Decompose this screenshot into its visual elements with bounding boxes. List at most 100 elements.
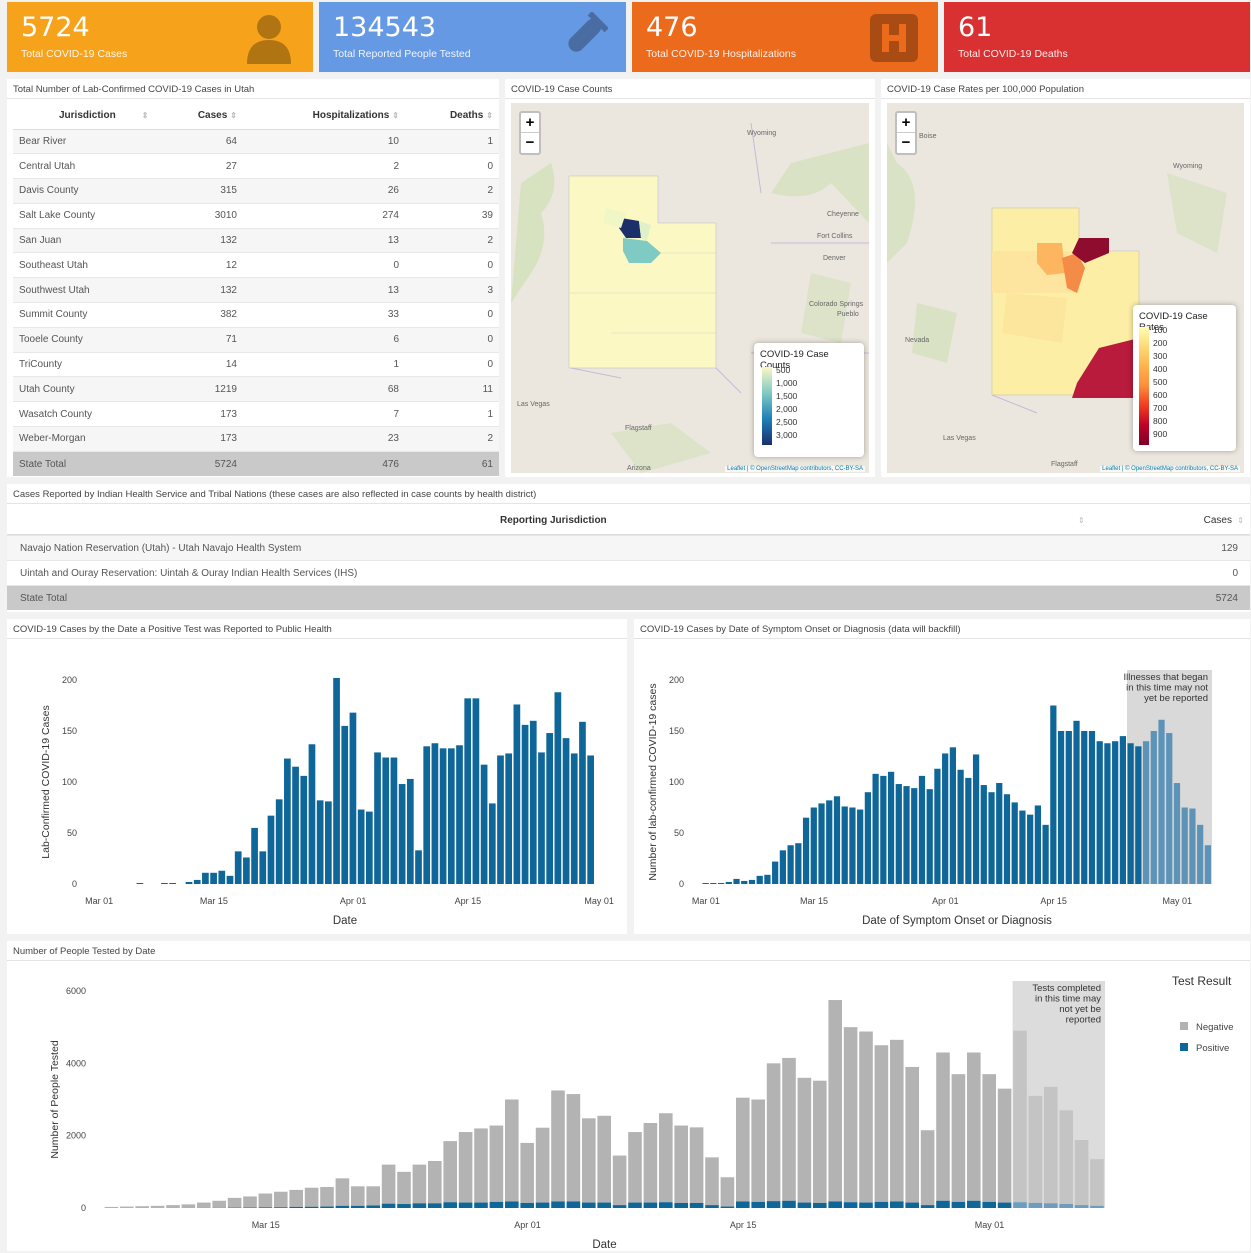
bar	[1065, 731, 1072, 884]
cell-cases: 173	[163, 401, 243, 427]
bar	[849, 807, 856, 884]
map-attribution[interactable]: Leaflet | © OpenStreetMap contributors, …	[1100, 466, 1240, 472]
zoom-in-button[interactable]: +	[521, 113, 539, 133]
bar	[1019, 810, 1026, 884]
bar-negative	[1028, 1095, 1043, 1203]
bar	[795, 843, 802, 884]
table-row: TriCounty 14 1 0	[13, 351, 499, 377]
cell-cases: 132	[163, 227, 243, 253]
column-header-cases[interactable]: Cases	[1204, 515, 1232, 526]
bar	[292, 766, 299, 884]
zoom-out-button[interactable]: −	[521, 133, 539, 153]
legend-label: Positive	[1196, 1043, 1229, 1054]
sort-icon[interactable]: ⇕	[1237, 516, 1244, 525]
zoom-out-button[interactable]: −	[897, 133, 915, 153]
y-tick-label: 200	[669, 675, 684, 685]
x-tick-label: Apr 01	[340, 896, 367, 906]
bar-positive	[520, 1202, 534, 1208]
people-tested-chart: 0 2000 4000 6000 Mar 15 Apr 01 Apr 15 May 01 Dat…	[49, 974, 1234, 1251]
legend-title: COVID-19 Case Counts	[760, 349, 829, 371]
legend-item: 1,500	[776, 391, 798, 401]
bar	[587, 755, 594, 884]
bar	[887, 771, 895, 884]
bar-positive	[736, 1201, 750, 1208]
person-icon	[247, 15, 291, 64]
map-attribution[interactable]: Leaflet | © OpenStreetMap contributors, …	[725, 466, 865, 472]
bar-positive	[443, 1202, 457, 1208]
kpi-value: 476	[646, 12, 698, 43]
column-header-cases[interactable]: Cases ⇕	[163, 103, 243, 130]
legend-item: 1,000	[776, 378, 798, 388]
column-header-hospitalizations[interactable]: Hospitalizations ⇕	[243, 103, 405, 130]
bar	[965, 777, 972, 884]
bar	[949, 747, 956, 884]
map-label: Arizona	[627, 465, 651, 472]
zoom-in-button[interactable]: +	[897, 113, 915, 133]
bar-negative	[813, 1080, 827, 1203]
bar	[1081, 731, 1088, 884]
bar	[864, 792, 871, 884]
case-counts-map[interactable]: Wyoming Cheyenne Fort Collins Denver Col…	[511, 103, 869, 473]
column-header-jurisdiction[interactable]: Jurisdiction ⇕	[13, 103, 163, 130]
bar	[374, 752, 381, 884]
cell-cases: 382	[163, 302, 243, 328]
row-name: State Total	[20, 593, 68, 604]
sort-icon[interactable]: ⇕	[1078, 516, 1085, 525]
cell-hospitalizations: 1	[243, 351, 405, 377]
bar-positive	[766, 1201, 781, 1208]
bar-negative	[705, 1157, 719, 1206]
x-tick-label: Mar 15	[200, 896, 228, 906]
bar-negative	[551, 1090, 565, 1202]
bar	[480, 764, 488, 884]
cell-deaths: 0	[405, 326, 499, 353]
bar-negative	[197, 1202, 211, 1208]
column-header-deaths[interactable]: Deaths ⇕	[405, 103, 499, 130]
bar	[439, 748, 447, 884]
row-cases: 0	[1232, 568, 1238, 579]
table-row: Salt Lake County 3010 274 39	[13, 202, 499, 229]
bar	[275, 799, 283, 884]
row-cases: 5724	[1215, 593, 1238, 604]
bar	[802, 817, 810, 884]
legend-title: Test Result	[1172, 974, 1232, 988]
bar-positive	[936, 1200, 950, 1208]
map-legend: COVID-19 Case Counts 500 1,000 1,500 2,000 2…	[754, 343, 864, 457]
cell-deaths: 0	[405, 302, 499, 328]
cell-cases: 173	[163, 426, 243, 452]
legend-gradient	[762, 367, 772, 445]
annotation-text: Tests completed	[1032, 983, 1101, 994]
legend-item: 500	[1153, 377, 1168, 387]
bar-negative	[967, 1052, 981, 1201]
bar	[398, 784, 406, 884]
bar-positive	[582, 1202, 596, 1208]
bar-negative	[474, 1128, 488, 1203]
cell-jurisdiction: Southwest Utah	[13, 277, 163, 303]
bar-positive	[689, 1202, 704, 1208]
legend-item: 800	[1153, 416, 1168, 426]
bar	[710, 882, 717, 884]
y-tick-label: 0	[81, 1203, 86, 1213]
bar	[1003, 794, 1011, 884]
bar-negative	[936, 1052, 950, 1201]
bar	[1057, 731, 1065, 884]
bar	[702, 882, 709, 884]
row-name: Navajo Nation Reservation (Utah) - Utah …	[20, 543, 302, 554]
bar	[562, 738, 570, 884]
bar-positive	[1059, 1204, 1073, 1208]
bar	[1104, 743, 1111, 884]
y-axis-label: Lab-Confirmed COVID-19 Cases	[40, 705, 52, 858]
bar-positive	[751, 1201, 765, 1208]
case-rates-map[interactable]: Boise Wyoming Nevada Las Vegas Flagstaff…	[887, 103, 1244, 473]
bar	[857, 809, 864, 884]
bar	[267, 815, 275, 884]
panel-title: Cases Reported by Indian Health Service …	[13, 489, 537, 500]
x-tick-label: May 01	[975, 1220, 1005, 1230]
cell-deaths: 39	[405, 202, 499, 229]
bar	[185, 881, 193, 884]
column-header-reporting-jurisdiction[interactable]: Reporting Jurisdiction	[500, 515, 607, 526]
bar	[210, 872, 217, 884]
bar	[570, 753, 578, 884]
kpi-total-cases: 5724 Total COVID-19 Cases	[7, 2, 313, 72]
bar	[554, 692, 562, 884]
cell-deaths: 2	[405, 227, 499, 253]
